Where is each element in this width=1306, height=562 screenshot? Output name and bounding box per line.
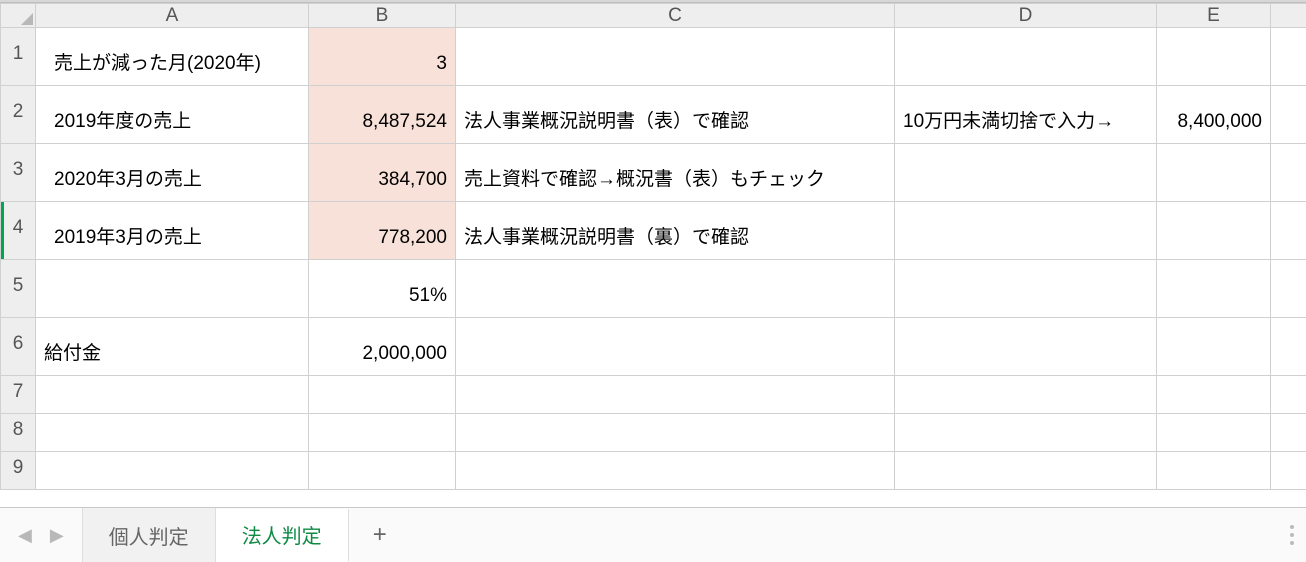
cell-D5[interactable] xyxy=(895,260,1157,318)
cell-F3[interactable] xyxy=(1271,144,1306,202)
cell-C1[interactable] xyxy=(456,28,895,86)
cell-C7[interactable] xyxy=(456,376,895,414)
row-2: 2 2019年度の売上 8,487,524 法人事業概況説明書（表）で確認 10… xyxy=(1,86,1306,144)
cell-A6[interactable]: 給付金 xyxy=(36,318,309,376)
cell-C3[interactable]: 売上資料で確認→概況書（表）もチェック xyxy=(456,144,895,202)
col-header-E[interactable]: E xyxy=(1157,4,1271,28)
row-header-4[interactable]: 4 xyxy=(1,202,36,260)
cell-A1[interactable]: 売上が減った月(2020年) xyxy=(36,28,309,86)
cell-D1[interactable] xyxy=(895,28,1157,86)
row-header-6[interactable]: 6 xyxy=(1,318,36,376)
cell-D2[interactable]: 10万円未満切捨で入力→ xyxy=(895,86,1157,144)
col-header-F[interactable] xyxy=(1271,4,1306,28)
row-8: 8 xyxy=(1,414,1306,452)
cell-B8[interactable] xyxy=(309,414,456,452)
cell-E8[interactable] xyxy=(1157,414,1271,452)
cell-D3[interactable] xyxy=(895,144,1157,202)
cell-C9[interactable] xyxy=(456,452,895,490)
cell-F2[interactable] xyxy=(1271,86,1306,144)
cell-F6[interactable] xyxy=(1271,318,1306,376)
cell-B6[interactable]: 2,000,000 xyxy=(309,318,456,376)
tab-corporate[interactable]: 法人判定 xyxy=(216,509,349,562)
spreadsheet-grid[interactable]: A B C D E 1 売上が減った月(2020年) 3 xyxy=(0,3,1306,490)
cell-F8[interactable] xyxy=(1271,414,1306,452)
cell-F5[interactable] xyxy=(1271,260,1306,318)
col-header-B[interactable]: B xyxy=(309,4,456,28)
cell-A5[interactable] xyxy=(36,260,309,318)
cell-C5[interactable] xyxy=(456,260,895,318)
cell-A3[interactable]: 2020年3月の売上 xyxy=(36,144,309,202)
row-5: 5 51% xyxy=(1,260,1306,318)
row-header-3[interactable]: 3 xyxy=(1,144,36,202)
tabs-container: 個人判定 法人判定 xyxy=(82,508,349,562)
cell-F7[interactable] xyxy=(1271,376,1306,414)
cell-E1[interactable] xyxy=(1157,28,1271,86)
col-header-C[interactable]: C xyxy=(456,4,895,28)
tab-personal[interactable]: 個人判定 xyxy=(82,508,216,562)
cell-B3[interactable]: 384,700 xyxy=(309,144,456,202)
cell-B2[interactable]: 8,487,524 xyxy=(309,86,456,144)
row-3: 3 2020年3月の売上 384,700 売上資料で確認→概況書（表）もチェック xyxy=(1,144,1306,202)
tab-next-icon[interactable]: ▶ xyxy=(50,525,64,546)
cell-E2[interactable]: 8,400,000 xyxy=(1157,86,1271,144)
tabs-resize-grip[interactable] xyxy=(1284,508,1306,562)
cell-B7[interactable] xyxy=(309,376,456,414)
row-1: 1 売上が減った月(2020年) 3 xyxy=(1,28,1306,86)
row-header-9[interactable]: 9 xyxy=(1,452,36,490)
row-9: 9 xyxy=(1,452,1306,490)
row-6: 6 給付金 2,000,000 xyxy=(1,318,1306,376)
cell-B4[interactable]: 778,200 xyxy=(309,202,456,260)
cell-F4[interactable] xyxy=(1271,202,1306,260)
select-all-corner[interactable] xyxy=(1,4,36,28)
col-header-A[interactable]: A xyxy=(36,4,309,28)
cell-B9[interactable] xyxy=(309,452,456,490)
cell-F1[interactable] xyxy=(1271,28,1306,86)
cell-E6[interactable] xyxy=(1157,318,1271,376)
cell-D9[interactable] xyxy=(895,452,1157,490)
cell-C8[interactable] xyxy=(456,414,895,452)
cell-A4[interactable]: 2019年3月の売上 xyxy=(36,202,309,260)
cell-E4[interactable] xyxy=(1157,202,1271,260)
cell-B1[interactable]: 3 xyxy=(309,28,456,86)
row-header-2[interactable]: 2 xyxy=(1,86,36,144)
cell-F9[interactable] xyxy=(1271,452,1306,490)
spreadsheet-window: A B C D E 1 売上が減った月(2020年) 3 xyxy=(0,0,1306,562)
cell-C6[interactable] xyxy=(456,318,895,376)
row-header-5[interactable]: 5 xyxy=(1,260,36,318)
sheet-tabs-bar: ◀ ▶ 個人判定 法人判定 + xyxy=(0,507,1306,562)
cell-A7[interactable] xyxy=(36,376,309,414)
grid-area[interactable]: A B C D E 1 売上が減った月(2020年) 3 xyxy=(0,3,1306,504)
column-header-row: A B C D E xyxy=(1,4,1306,28)
row-header-7[interactable]: 7 xyxy=(1,376,36,414)
cell-C4[interactable]: 法人事業概況説明書（裏）で確認 xyxy=(456,202,895,260)
cell-A8[interactable] xyxy=(36,414,309,452)
tab-nav: ◀ ▶ xyxy=(0,508,82,562)
cell-D6[interactable] xyxy=(895,318,1157,376)
cell-B5[interactable]: 51% xyxy=(309,260,456,318)
cell-A2[interactable]: 2019年度の売上 xyxy=(36,86,309,144)
cell-D8[interactable] xyxy=(895,414,1157,452)
cell-E3[interactable] xyxy=(1157,144,1271,202)
row-header-1[interactable]: 1 xyxy=(1,28,36,86)
col-header-D[interactable]: D xyxy=(895,4,1157,28)
row-header-8[interactable]: 8 xyxy=(1,414,36,452)
row-4: 4 2019年3月の売上 778,200 法人事業概況説明書（裏）で確認 xyxy=(1,202,1306,260)
tab-prev-icon[interactable]: ◀ xyxy=(18,525,32,546)
cell-E9[interactable] xyxy=(1157,452,1271,490)
cell-D4[interactable] xyxy=(895,202,1157,260)
cell-D7[interactable] xyxy=(895,376,1157,414)
cell-A9[interactable] xyxy=(36,452,309,490)
cell-E5[interactable] xyxy=(1157,260,1271,318)
cell-E7[interactable] xyxy=(1157,376,1271,414)
add-sheet-button[interactable]: + xyxy=(349,508,411,562)
row-7: 7 xyxy=(1,376,1306,414)
cell-C2[interactable]: 法人事業概況説明書（表）で確認 xyxy=(456,86,895,144)
